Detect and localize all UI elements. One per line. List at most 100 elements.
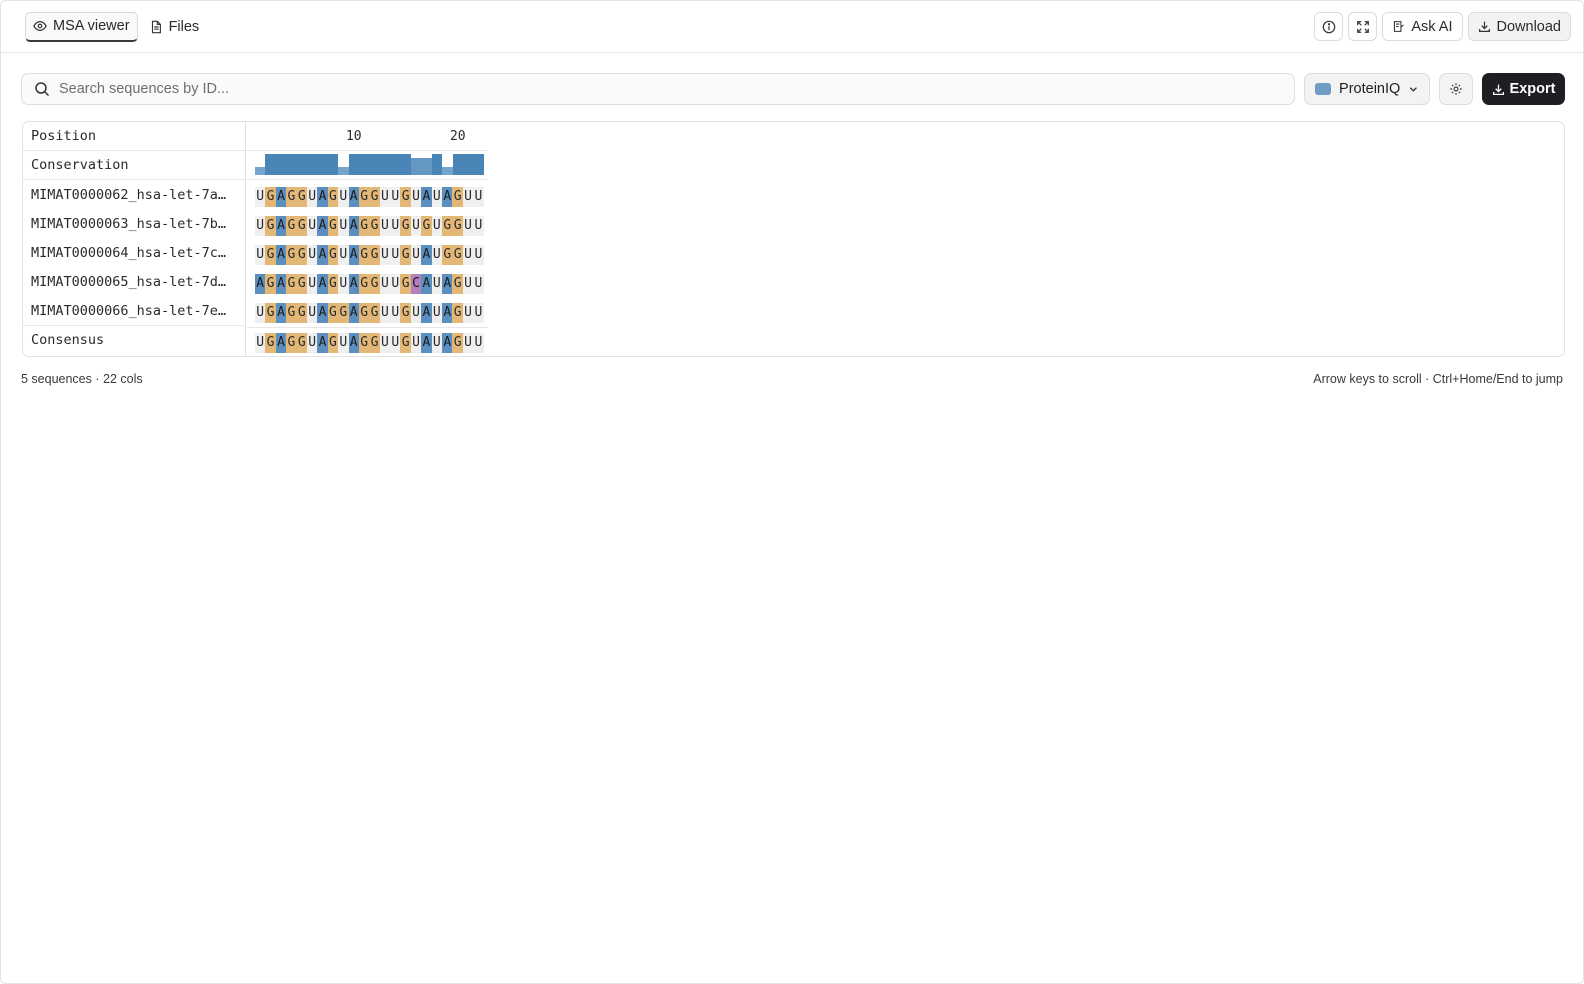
position-label: Position xyxy=(23,122,245,151)
row-labels: Position Conservation MIMAT0000062_hsa-l… xyxy=(23,122,246,356)
residue-cell: U xyxy=(431,186,443,207)
residue-cell: U xyxy=(410,332,422,353)
residue-cell: G xyxy=(369,302,380,323)
residue-cell: C xyxy=(410,273,422,294)
residue-cell: G xyxy=(369,273,380,294)
sequence-label[interactable]: MIMAT0000066_hsa-let-7e… xyxy=(23,296,245,325)
export-label: Export xyxy=(1509,81,1556,97)
residue-cell: G xyxy=(452,273,463,294)
sequence-row[interactable]: UGAGGUAGUAGGUUGUAUGGUU xyxy=(255,240,484,269)
residue-cell: A xyxy=(442,332,453,353)
sequence-label[interactable]: MIMAT0000064_hsa-let-7c… xyxy=(23,238,245,267)
info-button[interactable] xyxy=(1314,12,1344,41)
download-button[interactable]: Download xyxy=(1467,12,1571,41)
settings-button[interactable] xyxy=(1439,73,1473,105)
residue-cell: G xyxy=(327,302,339,323)
ask-ai-button[interactable]: Ask AI xyxy=(1382,12,1463,41)
residue-cell: U xyxy=(306,244,318,265)
conservation-label: Conservation xyxy=(23,151,245,180)
residue-cell: G xyxy=(286,244,297,265)
residue-cell: A xyxy=(275,302,287,323)
residue-cell: G xyxy=(452,302,463,323)
eye-icon xyxy=(33,21,47,31)
residue-cell: A xyxy=(348,302,359,323)
conservation-bar xyxy=(421,158,432,175)
consensus-label: Consensus xyxy=(23,325,245,354)
residue-cell: G xyxy=(327,186,339,207)
residue-cell: U xyxy=(390,332,401,353)
residue-cell: U xyxy=(473,186,484,207)
residue-cell: G xyxy=(369,332,380,353)
residue-cell: U xyxy=(390,273,401,294)
residue-cell: U xyxy=(390,186,401,207)
color-scheme-select[interactable]: ProteinIQ xyxy=(1304,73,1430,105)
residue-cell: A xyxy=(317,215,328,236)
residue-cell: A xyxy=(348,186,359,207)
conservation-bar xyxy=(307,154,318,175)
residue-cell: G xyxy=(358,332,370,353)
residue-cell: A xyxy=(348,244,359,265)
conservation-bar xyxy=(411,158,422,175)
residue-cell: U xyxy=(431,273,443,294)
residue-cell: G xyxy=(400,273,411,294)
consensus-sequence: UGAGGUAGUAGGUUGUAUAGUU xyxy=(255,328,484,356)
tab-files[interactable]: Files xyxy=(142,12,207,42)
conservation-bar xyxy=(452,154,463,175)
residue-cell: A xyxy=(275,332,287,353)
residue-cell: U xyxy=(255,332,266,353)
residue-cell: U xyxy=(306,302,318,323)
residue-cell: U xyxy=(306,332,318,353)
residue-cell: U xyxy=(255,244,266,265)
residue-cell: A xyxy=(317,302,328,323)
tab-label: Files xyxy=(168,18,200,35)
conservation-bar xyxy=(359,154,370,175)
export-button[interactable]: Export xyxy=(1482,73,1565,105)
position-tick: 10 xyxy=(345,129,362,144)
residue-cell: G xyxy=(400,244,411,265)
conservation-bar xyxy=(286,154,297,175)
residue-cell: G xyxy=(400,332,411,353)
color-scheme-label: ProteinIQ xyxy=(1339,81,1401,97)
expand-icon xyxy=(1357,20,1369,33)
residue-cell: A xyxy=(442,186,453,207)
fullscreen-button[interactable] xyxy=(1348,12,1378,41)
alignment-grid[interactable]: 10 20 UGAGGUAGUAGGUUGUAUAGUUUGAGGUAGUAGGU… xyxy=(247,122,1564,356)
sequence-row[interactable]: UGAGGUAGUAGGUUGUGUGGUU xyxy=(255,211,484,240)
residue-cell: G xyxy=(369,186,380,207)
residue-cell: U xyxy=(473,244,484,265)
header-actions: Ask AI Download xyxy=(1314,12,1571,41)
sequence-id: MIMAT0000065_hsa-let-7d… xyxy=(31,273,227,290)
residue-cell: U xyxy=(306,273,318,294)
residue-cell: A xyxy=(317,273,328,294)
conservation-bar xyxy=(348,154,359,175)
residue-cell: G xyxy=(286,273,297,294)
residue-cell: G xyxy=(452,244,463,265)
download-label: Download xyxy=(1496,18,1562,35)
residue-cell: G xyxy=(358,273,370,294)
sequence-label[interactable]: MIMAT0000063_hsa-let-7b… xyxy=(23,209,245,238)
residue-cell: G xyxy=(400,186,411,207)
residue-cell: G xyxy=(286,186,297,207)
sequence-row[interactable]: AGAGGUAGUAGGUUGCAUAGUU xyxy=(255,269,484,298)
sequence-row[interactable]: UGAGGUAGUAGGUUGUAUAGUU xyxy=(255,182,484,211)
alignment-summary: 5 sequences · 22 cols xyxy=(21,372,143,386)
search-input[interactable] xyxy=(59,81,1294,97)
sequence-label[interactable]: MIMAT0000065_hsa-let-7d… xyxy=(23,267,245,296)
ai-note-icon xyxy=(1394,21,1405,32)
residue-cell: A xyxy=(421,186,432,207)
residue-cell: U xyxy=(473,215,484,236)
residue-cell: U xyxy=(473,332,484,353)
residue-cell: U xyxy=(431,244,443,265)
residue-cell: A xyxy=(275,215,287,236)
residue-cell: G xyxy=(286,332,297,353)
tab-msa-viewer[interactable]: MSA viewer xyxy=(25,11,138,42)
sequence-label[interactable]: MIMAT0000062_hsa-let-7a… xyxy=(23,180,245,209)
residue-cell: U xyxy=(338,186,349,207)
residue-cell: G xyxy=(265,186,276,207)
residue-cell: U xyxy=(462,302,474,323)
residue-cell: U xyxy=(473,302,484,323)
residue-cell: A xyxy=(317,244,328,265)
sequence-row[interactable]: UGAGGUAGGAGGUUGUAUAGUU xyxy=(255,298,484,327)
gear-icon xyxy=(1450,83,1462,95)
search-box[interactable] xyxy=(21,73,1295,105)
